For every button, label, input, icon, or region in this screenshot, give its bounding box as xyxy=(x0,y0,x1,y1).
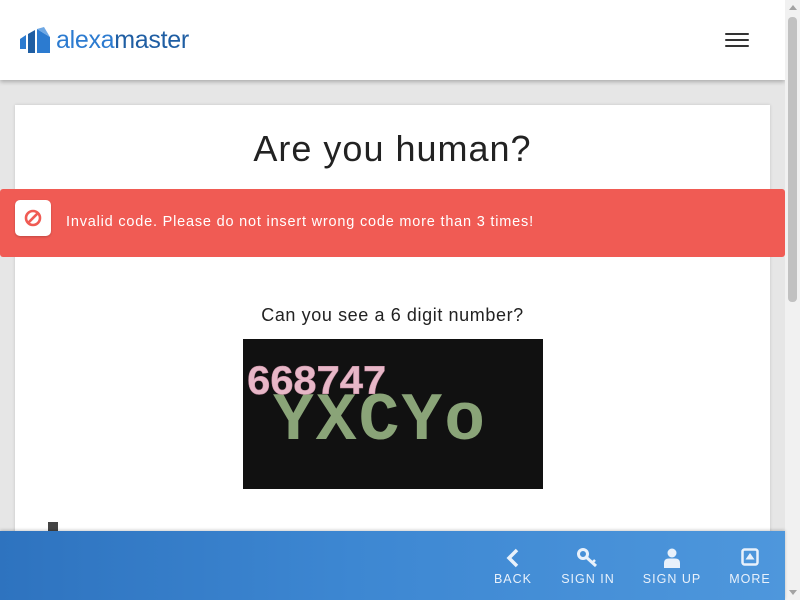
key-icon xyxy=(577,548,598,568)
more-label: MORE xyxy=(729,572,771,586)
sign-up-button[interactable]: SIGN UP xyxy=(637,531,707,600)
scroll-down-arrow[interactable] xyxy=(785,585,800,600)
back-button[interactable]: BACK xyxy=(485,531,541,600)
sign-in-label: SIGN IN xyxy=(561,572,615,586)
site-header: alexamaster xyxy=(0,0,785,80)
more-button[interactable]: MORE xyxy=(722,531,778,600)
sign-in-button[interactable]: SIGN IN xyxy=(555,531,621,600)
scrollbar[interactable] xyxy=(785,0,800,600)
captcha-digits: 668747 xyxy=(246,359,385,407)
alert-message: Invalid code. Please do not insert wrong… xyxy=(66,214,534,230)
bottom-nav: BACK SIGN IN SIGN UP MORE xyxy=(0,531,785,600)
page-title: Are you human? xyxy=(253,128,532,169)
error-alert: Invalid code. Please do not insert wrong… xyxy=(0,189,785,257)
ban-icon xyxy=(24,209,42,227)
logo-text-alexa: alexa xyxy=(56,26,115,54)
logo[interactable]: alexamaster xyxy=(20,25,189,55)
captcha-image: YXCYo 668747 xyxy=(243,339,543,489)
chevron-left-icon xyxy=(506,548,519,568)
logo-text: alexamaster xyxy=(56,25,189,55)
hamburger-icon[interactable] xyxy=(722,30,752,50)
alert-icon-box xyxy=(15,200,51,236)
caret-up-square-icon xyxy=(741,548,759,566)
logo-icon xyxy=(20,27,50,53)
scroll-up-arrow[interactable] xyxy=(785,0,800,15)
logo-text-master: master xyxy=(114,26,189,54)
sign-up-label: SIGN UP xyxy=(642,572,702,586)
scroll-thumb[interactable] xyxy=(788,17,797,302)
captcha-question: Can you see a 6 digit number? xyxy=(261,305,524,325)
back-label: BACK xyxy=(493,572,533,586)
user-icon xyxy=(664,548,680,568)
